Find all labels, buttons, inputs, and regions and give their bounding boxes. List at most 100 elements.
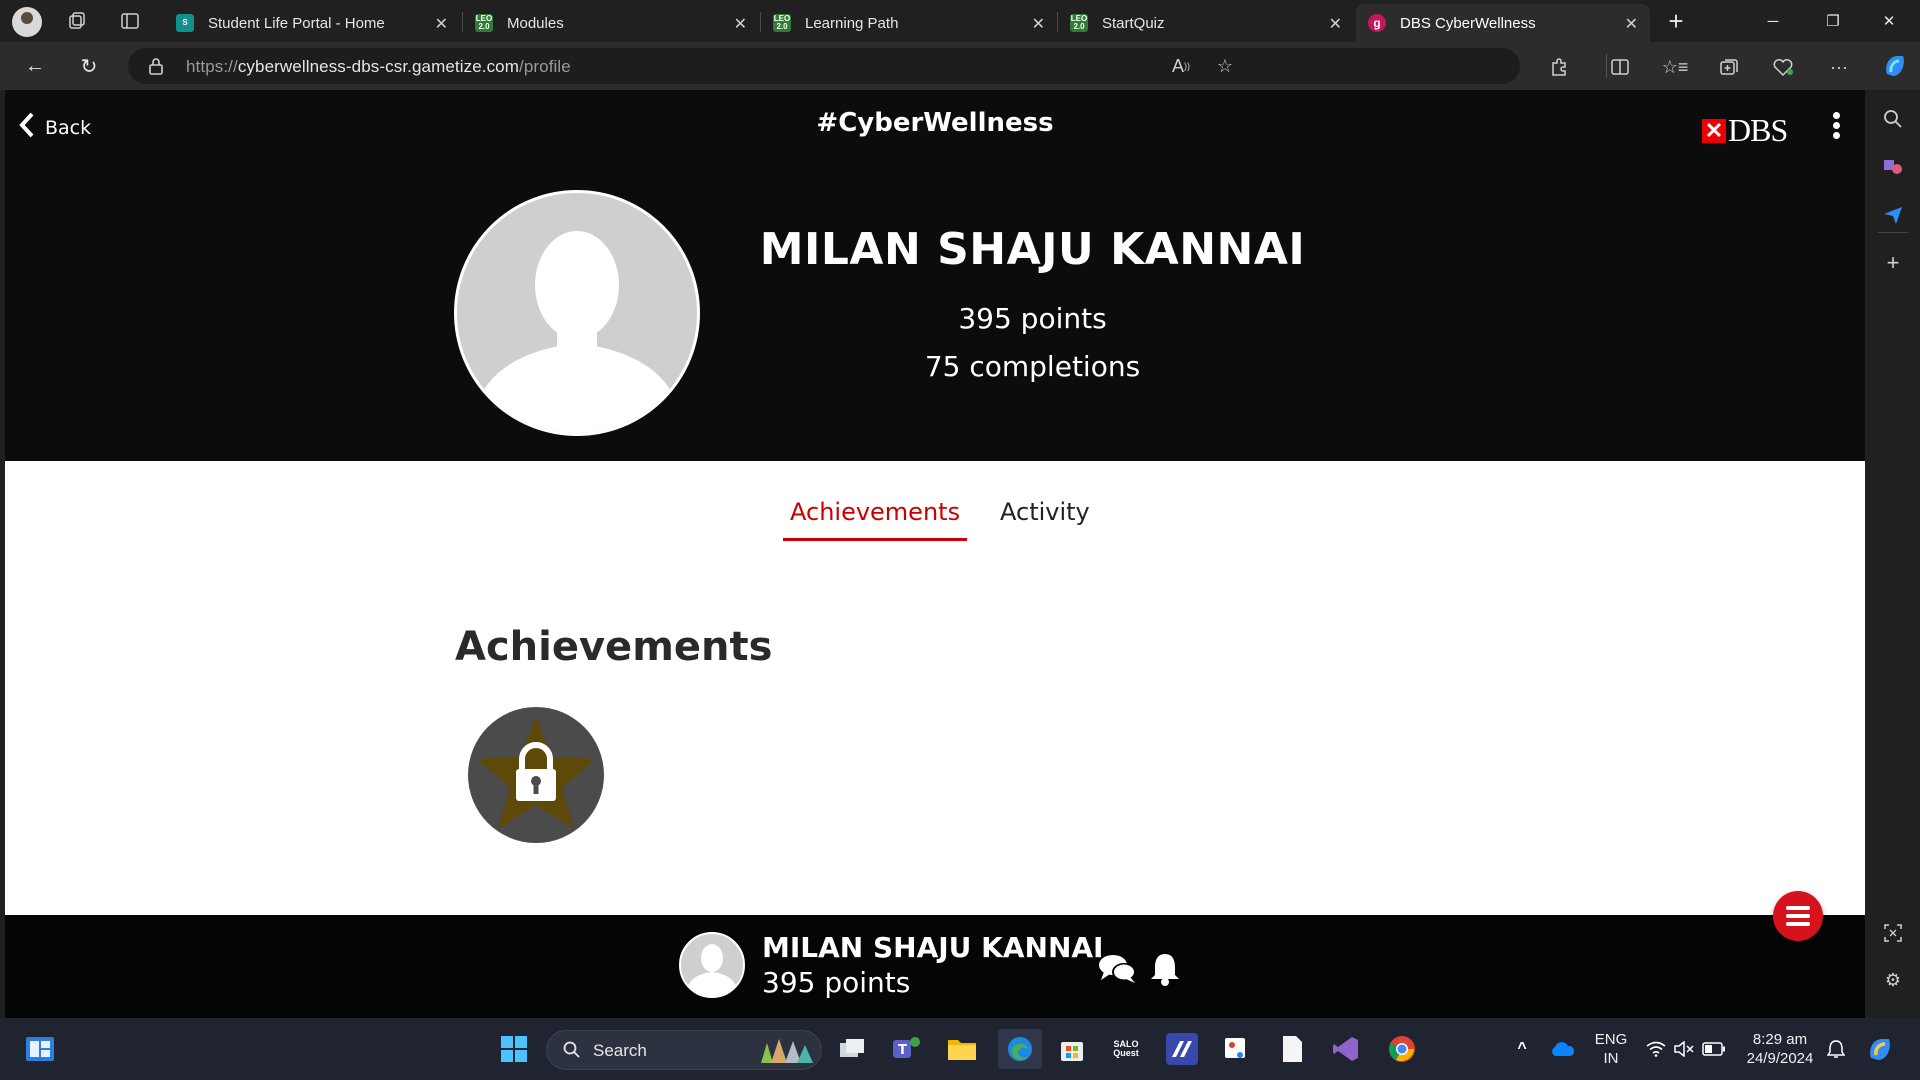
notification-bell-icon[interactable] [1820,1033,1852,1065]
profile-name: MILAN SHAJU KANNAI [759,224,1306,275]
profile-tabs: Achievements Activity [5,498,1865,548]
locked-achievement-badge[interactable] [468,707,604,843]
onedrive-icon[interactable] [1546,1033,1578,1065]
tab-activity[interactable]: Activity [993,498,1097,538]
browser-essentials-icon[interactable] [1770,54,1796,80]
web-page: Back #CyberWellness ✕ DBS MILAN SHAJU KA… [5,90,1865,1018]
workspaces-icon[interactable] [65,9,89,33]
tab-title: StartQuiz [1102,14,1165,32]
restore-icon[interactable]: ❐ [1810,8,1856,34]
tab-achievements[interactable]: Achievements [783,498,968,541]
chrome-icon[interactable] [1386,1033,1418,1065]
search-label: Search [593,1041,647,1060]
taskbar-search[interactable]: Search [546,1030,822,1070]
more-options-icon[interactable]: ··· [1826,54,1852,80]
battery-icon[interactable] [1698,1033,1730,1065]
tab-title: DBS CyberWellness [1400,14,1536,32]
windows-taskbar: Search T SALO Quest ^ ENG IN 8:29 am 24/… [0,1018,1920,1080]
notification-bell-icon[interactable] [1145,949,1185,989]
browser-profile-avatar[interactable] [12,7,42,37]
chevron-up-icon[interactable]: ^ [1506,1033,1538,1065]
screenshot-icon[interactable] [1880,920,1906,946]
extensions-icon[interactable] [1546,54,1572,80]
close-icon[interactable]: ✕ [1329,14,1342,34]
split-screen-icon[interactable] [1607,54,1633,80]
site-title[interactable]: #CyberWellness [5,108,1865,138]
clock[interactable]: 8:29 am 24/9/2024 [1740,1030,1820,1068]
edge-taskbar-icon[interactable] [998,1029,1042,1069]
tab-modules[interactable]: LEO 2.0 Modules ✕ [463,4,759,42]
copilot-icon[interactable] [1880,51,1910,81]
lock-icon[interactable] [148,57,164,80]
browser-titlebar: S Student Life Portal - Home ✕ LEO 2.0 M… [0,0,1920,42]
refresh-icon[interactable]: ↻ [74,52,104,80]
read-aloud-icon[interactable]: A)) [1168,53,1194,79]
close-icon[interactable]: ✕ [1032,14,1045,34]
url-scheme: https:// [186,57,238,76]
bottom-user-name: MILAN SHAJU KANNAI [762,931,1104,964]
profile-header: Back #CyberWellness ✕ DBS MILAN SHAJU KA… [5,90,1865,461]
widgets-icon[interactable] [24,1033,56,1065]
visual-studio-icon[interactable] [1330,1033,1362,1065]
volume-muted-icon[interactable] [1668,1033,1700,1065]
url-bar[interactable]: https://cyberwellness-dbs-csr.gametize.c… [128,48,1520,84]
profile-points: 395 points [958,302,1107,335]
bottom-avatar[interactable] [679,932,745,998]
close-icon[interactable]: ✕ [734,14,747,34]
leo-icon: LEO 2.0 [475,14,493,32]
settings-gear-icon[interactable]: ⚙ [1880,967,1906,993]
main-menu-fab[interactable] [1773,891,1823,941]
address-bar-row: ← ↻ https://cyberwellness-dbs-csr.gameti… [0,42,1920,90]
profile-avatar[interactable] [454,190,700,436]
svg-text:T: T [898,1043,907,1058]
teams-icon[interactable]: T [890,1033,922,1065]
search-icon[interactable] [1880,106,1906,132]
dbs-x-icon: ✕ [1702,118,1726,143]
tab-startquiz[interactable]: LEO 2.0 StartQuiz ✕ [1058,4,1354,42]
tab-title: Student Life Portal - Home [208,14,385,32]
new-tab-icon[interactable]: + [1664,6,1688,36]
gametize-icon: g [1368,14,1386,32]
back-arrow-icon[interactable]: ← [20,52,50,80]
notepad-icon[interactable] [1276,1033,1308,1065]
tab-title: Learning Path [805,14,899,32]
tab-actions-icon[interactable] [118,9,142,33]
games-icon[interactable] [1880,154,1906,180]
snipping-tool-icon[interactable] [1220,1033,1252,1065]
language-code: ENG [1594,1031,1628,1048]
search-icon [563,1041,581,1064]
send-icon[interactable] [1880,202,1906,228]
close-window-icon[interactable]: ✕ [1866,8,1912,34]
edge-sidebar: + ⚙ [1866,90,1920,1018]
minimize-icon[interactable]: ─ [1750,8,1796,34]
tab-student-life-portal[interactable]: S Student Life Portal - Home ✕ [164,4,460,42]
windows-start-icon[interactable] [498,1033,530,1065]
dbs-logo[interactable]: ✕ DBS [1702,112,1788,149]
task-view-icon[interactable] [836,1033,868,1065]
url-text[interactable]: https://cyberwellness-dbs-csr.gametize.c… [186,57,571,77]
tab-title: Modules [507,14,564,32]
copilot-taskbar-icon[interactable] [1864,1033,1896,1065]
tab-dbs-cyberwellness[interactable]: g DBS CyberWellness ✕ [1356,4,1650,42]
authenticator-app-icon[interactable] [1166,1033,1198,1065]
bottom-user-points: 395 points [762,966,911,999]
favorite-star-icon[interactable]: ☆ [1212,53,1238,79]
add-icon[interactable]: + [1880,250,1906,276]
close-icon[interactable]: ✕ [1625,14,1638,34]
chat-bubbles-icon[interactable] [1098,949,1138,989]
clock-time: 8:29 am [1752,1031,1808,1048]
collections-icon[interactable] [1716,54,1742,80]
kebab-menu-icon[interactable] [1831,112,1841,142]
file-explorer-icon[interactable] [946,1033,978,1065]
clock-date: 24/9/2024 [1746,1050,1814,1067]
region-code: IN [1603,1050,1619,1067]
profile-completions: 75 completions [924,350,1141,383]
url-host: cyberwellness-dbs-csr.gametize.com [237,57,519,76]
salo-quest-icon[interactable]: SALO Quest [1110,1033,1142,1065]
tab-learning-path[interactable]: LEO 2.0 Learning Path ✕ [761,4,1057,42]
leo-icon: LEO 2.0 [1070,14,1088,32]
favorites-icon[interactable]: ☆≡ [1662,54,1689,80]
close-icon[interactable]: ✕ [435,14,448,34]
microsoft-store-icon[interactable] [1056,1033,1088,1065]
language-indicator[interactable]: ENG IN [1588,1030,1634,1068]
